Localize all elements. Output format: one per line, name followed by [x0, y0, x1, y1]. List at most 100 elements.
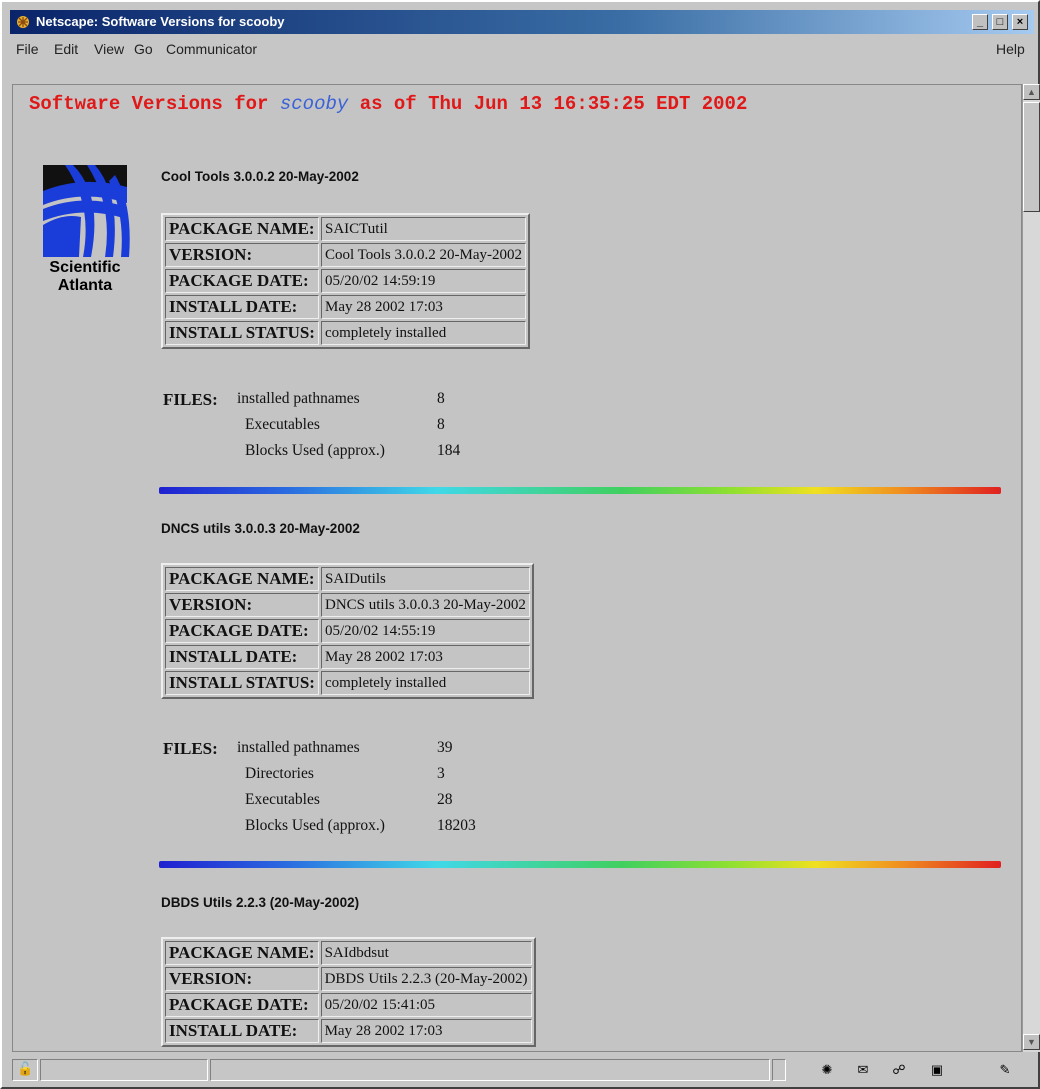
menu-go[interactable]: Go [134, 36, 153, 62]
label-install-status: INSTALL STATUS: [165, 321, 319, 345]
composer-icon[interactable]: ▣ [928, 1061, 946, 1079]
label-version: VERSION: [165, 967, 319, 991]
value-install-date: May 28 2002 17:03 [320, 295, 526, 319]
file-stat-name: installed pathnames [237, 739, 360, 756]
label-install-date: INSTALL DATE: [165, 1019, 319, 1043]
label-install-status: INSTALL STATUS: [165, 671, 319, 695]
logo-graphic-icon [43, 165, 130, 257]
menu-help[interactable]: Help [996, 36, 1025, 62]
page-content: Software Versions for scooby as of Thu J… [12, 84, 1022, 1052]
file-stat-value: 18203 [437, 817, 476, 834]
package-table: PACKAGE NAME: SAIdbdsut VERSION: DBDS Util… [161, 937, 536, 1047]
heading-host[interactable]: scooby [280, 93, 348, 115]
scroll-down-icon[interactable]: ▼ [1023, 1034, 1040, 1050]
maximize-button[interactable]: □ [992, 14, 1008, 30]
file-stat-name: Blocks Used (approx.) [245, 442, 385, 459]
scroll-thumb[interactable] [1023, 102, 1040, 212]
table-row: VERSION: DBDS Utils 2.2.3 (20-May-2002) [165, 967, 532, 991]
security-lock-icon: 🔓 [17, 1061, 34, 1076]
browser-window: Netscape: Software Versions for scooby _… [0, 0, 1040, 1089]
label-package-date: PACKAGE DATE: [165, 269, 319, 293]
heading-prefix: Software Versions for [29, 93, 269, 115]
menu-communicator[interactable]: Communicator [166, 36, 257, 62]
file-stat-value: 8 [437, 416, 445, 433]
table-row: PACKAGE DATE: 05/20/02 14:59:19 [165, 269, 526, 293]
file-stat-value: 3 [437, 765, 445, 782]
scientific-atlanta-logo: Scientific Atlanta [35, 165, 143, 295]
mailbox-icon[interactable]: ✉ [854, 1061, 872, 1079]
file-stat-name: Blocks Used (approx.) [245, 817, 385, 834]
vertical-scrollbar[interactable]: ▲ ▼ [1022, 84, 1040, 1052]
table-row: INSTALL STATUS: completely installed [165, 671, 530, 695]
label-version: VERSION: [165, 243, 319, 267]
value-version: Cool Tools 3.0.0.2 20-May-2002 [320, 243, 526, 267]
security-cell[interactable]: 🔓 [12, 1059, 38, 1081]
file-stat-name: Executables [245, 791, 320, 808]
table-row: PACKAGE NAME: SAIDutils [165, 567, 530, 591]
logo-line2: Atlanta [57, 277, 113, 294]
table-row: INSTALL DATE: May 28 2002 17:03 [165, 295, 526, 319]
label-install-date: INSTALL DATE: [165, 645, 319, 669]
package-title: DBDS Utils 2.2.3 (20-May-2002) [161, 895, 360, 910]
file-stat-name: Directories [245, 765, 314, 782]
menu-bar: File Edit View Go Communicator Help [10, 36, 1034, 62]
value-version: DBDS Utils 2.2.3 (20-May-2002) [320, 967, 532, 991]
package-table: PACKAGE NAME: SAIDutils VERSION: DNCS util… [161, 563, 534, 699]
discussions-icon[interactable]: ☍ [890, 1061, 908, 1079]
file-stat-value: 39 [437, 739, 453, 756]
value-package-date: 05/20/02 15:41:05 [320, 993, 532, 1017]
status-grip [772, 1059, 786, 1081]
minimize-button[interactable]: _ [972, 14, 988, 30]
label-install-date: INSTALL DATE: [165, 295, 319, 319]
file-stat-value: 184 [437, 442, 461, 459]
table-row: PACKAGE DATE: 05/20/02 14:55:19 [165, 619, 530, 643]
table-row: PACKAGE NAME: SAIdbdsut [165, 941, 532, 965]
file-stat-name: installed pathnames [237, 390, 360, 407]
value-package-date: 05/20/02 14:59:19 [320, 269, 526, 293]
rainbow-divider [159, 487, 1001, 494]
value-package-date: 05/20/02 14:55:19 [320, 619, 530, 643]
netscape-logo-icon [17, 16, 29, 28]
files-label: FILES: [163, 390, 218, 409]
label-package-name: PACKAGE NAME: [165, 217, 319, 241]
rainbow-divider [159, 861, 1001, 868]
package-title: Cool Tools 3.0.0.2 20-May-2002 [161, 169, 359, 184]
value-install-status: completely installed [320, 321, 526, 345]
navigator-icon[interactable]: ✺ [818, 1061, 836, 1079]
label-package-name: PACKAGE NAME: [165, 567, 319, 591]
value-install-date: May 28 2002 17:03 [320, 645, 530, 669]
menu-edit[interactable]: Edit [54, 36, 78, 62]
page-heading: Software Versions for scooby as of Thu J… [29, 93, 747, 115]
value-package-name: SAIdbdsut [320, 941, 532, 965]
files-label: FILES: [163, 739, 218, 758]
window-title: Netscape: Software Versions for scooby [36, 14, 285, 29]
package-title: DNCS utils 3.0.0.3 20-May-2002 [161, 521, 360, 536]
table-row: VERSION: DNCS utils 3.0.0.3 20-May-2002 [165, 593, 530, 617]
menu-view[interactable]: View [94, 36, 124, 62]
close-button[interactable]: × [1012, 14, 1028, 30]
value-install-date: May 28 2002 17:03 [320, 1019, 532, 1043]
menu-file[interactable]: File [16, 36, 39, 62]
logo-text: Scientific Atlanta [35, 259, 135, 295]
table-row: VERSION: Cool Tools 3.0.0.2 20-May-2002 [165, 243, 526, 267]
progress-cell [40, 1059, 208, 1081]
logo-line1: Scientific [49, 259, 121, 276]
table-row: INSTALL STATUS: completely installed [165, 321, 526, 345]
title-bar: Netscape: Software Versions for scooby _… [10, 10, 1034, 34]
table-row: INSTALL DATE: May 28 2002 17:03 [165, 645, 530, 669]
table-row: PACKAGE NAME: SAICTutil [165, 217, 526, 241]
file-stat-value: 8 [437, 390, 445, 407]
table-row: INSTALL DATE: May 28 2002 17:03 [165, 1019, 532, 1043]
file-stat-name: Executables [245, 416, 320, 433]
status-message-cell [210, 1059, 770, 1081]
edit-pencil-icon[interactable]: ✎ [996, 1061, 1014, 1079]
label-version: VERSION: [165, 593, 319, 617]
status-bar: 🔓 ✺ ✉ ☍ ▣ ✎ [10, 1056, 1034, 1084]
scroll-up-icon[interactable]: ▲ [1023, 84, 1040, 100]
value-version: DNCS utils 3.0.0.3 20-May-2002 [320, 593, 530, 617]
label-package-date: PACKAGE DATE: [165, 993, 319, 1017]
label-package-name: PACKAGE NAME: [165, 941, 319, 965]
package-table: PACKAGE NAME: SAICTutil VERSION: Cool Tool… [161, 213, 530, 349]
heading-suffix: as of Thu Jun 13 16:35:25 EDT 2002 [359, 93, 748, 115]
label-package-date: PACKAGE DATE: [165, 619, 319, 643]
